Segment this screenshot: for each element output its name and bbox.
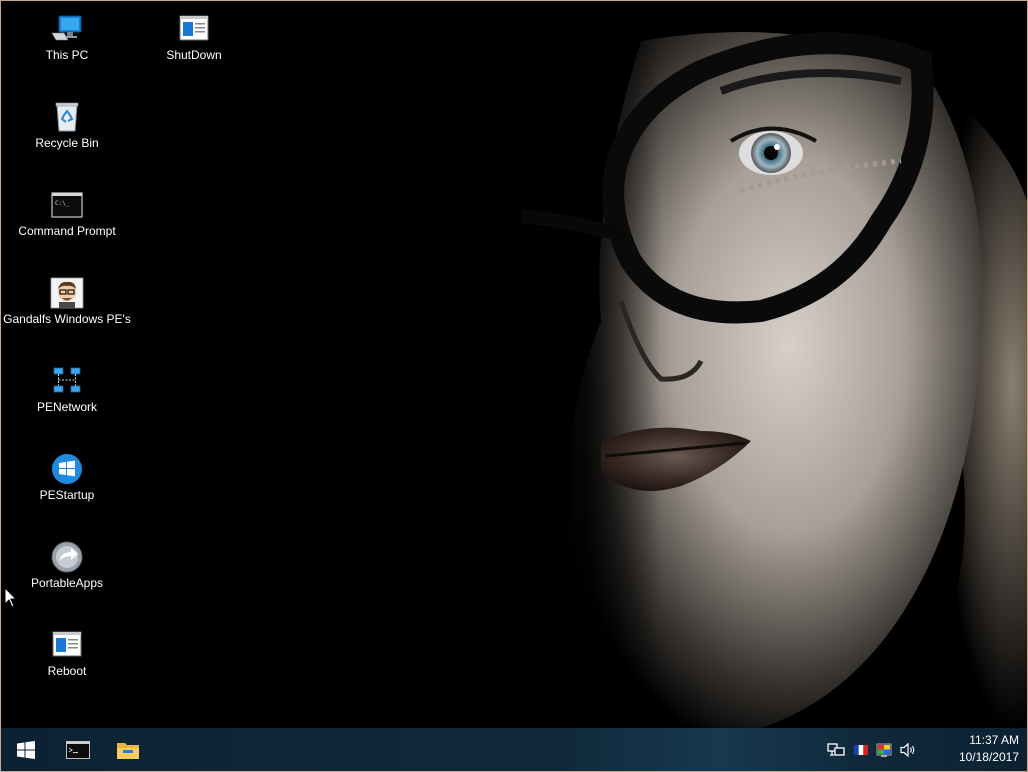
desktop-icon-label: Recycle Bin [35,136,99,150]
cmd-glyph: C:\_ [55,200,70,207]
network-icon [827,743,845,756]
start-button[interactable] [2,728,50,771]
computer-icon [50,13,84,45]
desktop-icon-label: This PC [45,48,89,62]
taskbar-clock[interactable]: 11:37 AM 10/18/2017 [939,732,1019,766]
file-explorer-icon [117,742,139,759]
taskbar-file-explorer-button[interactable] [104,728,152,771]
volume-icon [900,742,915,758]
taskbar-command-prompt-button[interactable] [54,728,102,771]
clock-time: 11:37 AM [969,733,1019,747]
command-prompt-icon [66,740,90,759]
desktop-icon-label: PEStartup [39,488,95,502]
tray-language-button[interactable] [852,741,870,759]
desktop-icon-label: Command Prompt [18,224,116,238]
desktop-icon-portableapps[interactable]: PortableApps [3,533,131,603]
tray-volume-button[interactable] [899,741,917,759]
reboot-window-icon [50,629,84,661]
desktop-icon-this-pc[interactable]: This PC [3,5,131,75]
desktop-icon-label: PENetwork [36,400,98,414]
desktop-icon-label: ShutDown [166,48,222,62]
wallpaper-image [1,1,1027,728]
language-flag-icon [854,745,868,755]
desktop-icon-label: Gandalfs Windows PE's [3,312,131,326]
desktop-icon-label: PortableApps [30,576,104,590]
portableapps-icon [50,541,84,573]
windows-logo-icon [50,453,84,485]
desktop-icon-gandalfs[interactable]: Gandalfs Windows PE's [3,269,131,339]
shutdown-window-icon [177,13,211,45]
desktop-icon-reboot[interactable]: Reboot [3,621,131,691]
clock-date: 10/18/2017 [958,750,1019,764]
desktop[interactable]: This PC ShutDown Recycle Bin C:\_ Comman… [1,1,1027,728]
color-settings-icon [876,743,892,757]
desktop-icon-pestartup[interactable]: PEStartup [3,445,131,515]
recycle-bin-icon [50,101,84,133]
mouse-cursor-icon [4,587,18,608]
taskbar: 11:37 AM 10/18/2017 [1,728,1027,771]
avatar-icon [50,277,84,309]
desktop-icon-recycle-bin[interactable]: Recycle Bin [3,93,131,163]
desktop-icon-penetwork[interactable]: PENetwork [3,357,131,427]
desktop-icon-label: Reboot [47,664,87,678]
windows-start-icon [17,740,35,759]
tray-color-settings-button[interactable] [875,741,893,759]
desktop-icon-shutdown[interactable]: ShutDown [130,5,258,75]
network-icon [50,365,84,397]
tray-network-button[interactable] [827,741,845,759]
desktop-icon-command-prompt[interactable]: C:\_ Command Prompt [3,181,131,251]
command-prompt-icon: C:\_ [50,189,84,221]
screen-frame: This PC ShutDown Recycle Bin C:\_ Comman… [0,0,1028,772]
